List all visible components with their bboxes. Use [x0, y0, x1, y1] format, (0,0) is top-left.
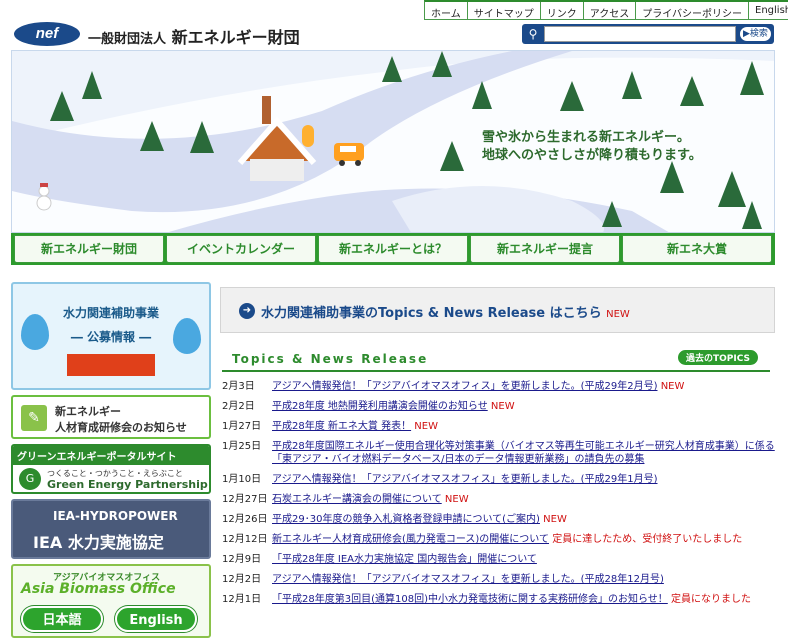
news-link[interactable]: 新エネルギー人材育成研修会(風力発電コース)の開催について: [272, 534, 549, 545]
search-icon: ⚲: [528, 27, 538, 41]
news-link[interactable]: アジアへ情報発信！「アジアバイオマスオフィス」を更新しました。(平成29年1月号…: [272, 474, 658, 485]
news-link[interactable]: アジアへ情報発信！「アジアバイオマスオフィス」を更新しました。(平成29年2月号…: [272, 381, 658, 392]
green-name: Green Energy Partnership: [47, 478, 208, 491]
hero-slogan: 雪や氷から生まれる新エネルギー。 地球へのやさしさが降り積もります。: [482, 129, 702, 165]
iea-subtitle: IEA 水力実施協定: [33, 533, 164, 552]
main-nav-foundation[interactable]: 新エネルギー財団: [14, 235, 164, 263]
news-link[interactable]: 平成28年度 新エネ大賞 発表！: [272, 421, 411, 432]
search-input[interactable]: [544, 26, 736, 42]
main-nav-proposal[interactable]: 新エネルギー提言: [470, 235, 620, 263]
nav-privacy[interactable]: プライバシーポリシー: [636, 2, 750, 20]
new-badge: NEW: [444, 494, 469, 505]
hydro-red-button[interactable]: [67, 354, 155, 376]
nav-link[interactable]: リンク: [541, 2, 584, 20]
news-date: 12月12日: [222, 534, 268, 545]
topics-header: Topics & News Release 過去のTOPICS: [222, 348, 770, 372]
news-item: 2月2日 平成28年度 地熱開発利用講演会開催のお知らせ NEW: [222, 400, 776, 413]
training-banner[interactable]: ✎ 新エネルギー 人材育成研修会のお知らせ: [11, 395, 211, 439]
news-item: 12月27日 石炭エネルギー講演会の開催について NEW: [222, 493, 776, 506]
news-date: 12月27日: [222, 494, 268, 505]
abo-title: Asia Biomass Office: [21, 581, 176, 597]
abo-english-button[interactable]: English: [115, 606, 197, 632]
news-link[interactable]: 「平成28年度 IEA水力実施協定 国内報告会」開催について: [272, 554, 537, 565]
nav-sitemap[interactable]: サイトマップ: [468, 2, 541, 20]
nav-english[interactable]: English: [749, 2, 788, 20]
pen-icon: ✎: [21, 405, 47, 431]
main-nav-about-new-energy[interactable]: 新エネルギーとは？: [318, 235, 468, 263]
news-item: 2月3日 アジアへ情報発信！「アジアバイオマスオフィス」を更新しました。(平成29…: [222, 380, 776, 393]
new-badge: NEW: [490, 401, 515, 412]
training-line-1: 新エネルギー: [55, 405, 121, 418]
topics-divider: [222, 370, 770, 372]
nef-logo[interactable]: nef: [14, 22, 80, 46]
abo-japanese-button[interactable]: 日本語: [21, 606, 103, 632]
news-item: 1月27日 平成28年度 新エネ大賞 発表！ NEW: [222, 420, 776, 433]
new-badge: NEW: [660, 381, 685, 392]
news-item: 1月25日 平成28年度国際エネルギー使用合理化等対策事業（バイオマス等再生可能エ…: [222, 440, 776, 466]
new-badge: NEW: [606, 309, 630, 320]
news-item: 12月26日 平成29･30年度の競争入札資格者登録申請について(ご案内) NEW: [222, 513, 776, 526]
news-date: 1月25日: [222, 441, 262, 452]
asia-biomass-banner: アジアバイオマスオフィス Asia Biomass Office 日本語 Eng…: [11, 564, 211, 638]
news-link[interactable]: アジアへ情報発信！「アジアバイオマスオフィス」を更新しました。(平成28年12月…: [272, 574, 664, 585]
green-header: グリーンエネルギーポータルサイト: [13, 446, 209, 465]
news-link[interactable]: 平成28年度 地熱開発利用講演会開催のお知らせ: [272, 401, 488, 412]
news-item: 1月10日 アジアへ情報発信！「アジアバイオマスオフィス」を更新しました。(平成2…: [222, 473, 776, 486]
new-badge: NEW: [543, 514, 567, 525]
news-date: 2月2日: [222, 401, 255, 412]
iea-title: IEA-HYDROPOWER: [53, 509, 178, 523]
news-item: 12月12日 新エネルギー人材育成研修会(風力発電コース)の開催について 定員に達…: [222, 533, 776, 546]
hydro-topics-link: 水力関連補助事業のTopics & News Release はこちら NEW: [261, 306, 630, 321]
news-date: 12月2日: [222, 574, 262, 585]
top-nav: ホーム サイトマップ リンク アクセス プライバシーポリシー English: [424, 0, 788, 20]
slogan-line-1: 雪や氷から生まれる新エネルギー。: [482, 130, 690, 145]
news-date: 12月1日: [222, 594, 262, 605]
news-date: 2月3日: [222, 381, 255, 392]
slogan-line-2: 地球へのやさしさが降り積もります。: [482, 148, 702, 163]
news-note: 定員に達したため、受付終了いたしました: [552, 534, 743, 545]
org-name: 一般財団法人 新エネルギー財団: [88, 24, 300, 48]
nav-home[interactable]: ホーム: [425, 2, 468, 20]
hydro-title: 水力関連補助事業: [62, 306, 159, 320]
news-date: 1月10日: [222, 474, 262, 485]
hero-image: 雪や氷から生まれる新エネルギー。 地球へのやさしさが降り積もります。: [11, 50, 775, 233]
arrow-right-icon: ➜: [239, 303, 255, 319]
new-badge: NEW: [414, 421, 438, 432]
news-date: 12月26日: [222, 514, 268, 525]
training-line-2: 人材育成研修会のお知らせ: [55, 421, 187, 434]
news-list: 2月3日アジアへ情報発信！「アジアバイオマスオフィス」を更新しました。(平成29…: [222, 380, 776, 613]
search-bar: ⚲ ▶検索: [522, 24, 774, 44]
org-title: 新エネルギー財団: [171, 28, 300, 47]
news-link[interactable]: 平成28年度国際エネルギー使用合理化等対策事業（バイオマス等再生可能エネルギー研…: [272, 441, 775, 465]
search-button[interactable]: ▶検索: [740, 27, 771, 41]
green-energy-banner[interactable]: グリーンエネルギーポータルサイト G つくること・つかうこと・えらぶこと Gre…: [11, 444, 211, 494]
news-item: 12月2日 アジアへ情報発信！「アジアバイオマスオフィス」を更新しました。(平成2…: [222, 573, 776, 586]
org-prefix: 一般財団法人: [88, 32, 167, 47]
main-nav: 新エネルギー財団 イベントカレンダー 新エネルギーとは？ 新エネルギー提言 新エ…: [11, 233, 775, 265]
news-date: 1月27日: [222, 421, 262, 432]
news-item: 12月1日 「平成28年度第3回目(通算108回)中小水力発電技術に関する実務研修…: [222, 593, 776, 606]
news-link[interactable]: 石炭エネルギー講演会の開催について: [272, 494, 442, 505]
past-topics-button[interactable]: 過去のTOPICS: [678, 350, 758, 365]
hydro-subtitle: ― 公募情報 ―: [70, 330, 152, 344]
topics-title: Topics & News Release: [232, 352, 429, 366]
leaf-icon: G: [19, 468, 41, 490]
news-link[interactable]: 「平成28年度第3回目(通算108回)中小水力発電技術に関する実務研修会」のお知…: [272, 594, 668, 605]
nav-access[interactable]: アクセス: [584, 2, 637, 20]
hydro-subsidy-banner[interactable]: 水力関連補助事業 ― 公募情報 ―: [11, 282, 211, 390]
main-nav-event-calendar[interactable]: イベントカレンダー: [166, 235, 316, 263]
news-item: 12月9日 「平成28年度 IEA水力実施協定 国内報告会」開催について: [222, 553, 776, 566]
news-link[interactable]: 平成29･30年度の競争入札資格者登録申請について(ご案内): [272, 514, 540, 525]
news-date: 12月9日: [222, 554, 262, 565]
hydro-topics-banner[interactable]: ➜ 水力関連補助事業のTopics & News Release はこちら NE…: [220, 287, 775, 333]
sidebar: 水力関連補助事業 ― 公募情報 ― ✎ 新エネルギー 人材育成研修会のお知らせ …: [11, 282, 211, 643]
main-nav-award[interactable]: 新エネ大賞: [622, 235, 772, 263]
iea-hydropower-banner[interactable]: IEA-HYDROPOWER IEA 水力実施協定: [11, 499, 211, 559]
news-note: 定員になりました: [670, 594, 751, 605]
